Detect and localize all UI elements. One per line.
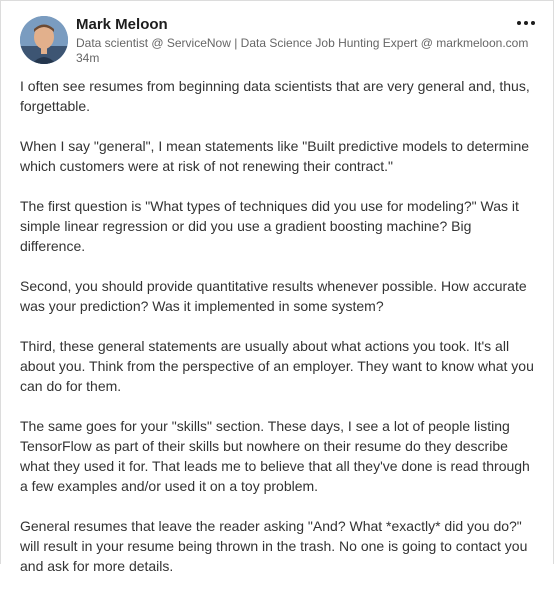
post-paragraph: Third, these general statements are usua…	[20, 338, 534, 394]
more-horizontal-icon-dot	[531, 21, 535, 25]
more-options-button[interactable]	[511, 15, 541, 31]
avatar[interactable]	[20, 16, 68, 64]
more-horizontal-icon-dot	[524, 21, 528, 25]
post-paragraph: The same goes for your "skills" section.…	[20, 418, 530, 494]
post-paragraph: I often see resumes from beginning data …	[20, 78, 530, 114]
post-timestamp: 34m	[76, 51, 100, 65]
post-paragraph: General resumes that leave the reader as…	[20, 518, 528, 574]
post-card: Mark Meloon Data scientist @ ServiceNow …	[0, 0, 554, 574]
post-paragraph: The first question is "What types of tec…	[20, 198, 519, 254]
avatar-photo	[20, 16, 68, 64]
post-paragraph: When I say "general", I mean statements …	[20, 138, 530, 174]
author-headline: Data scientist @ ServiceNow | Data Scien…	[76, 36, 529, 50]
post-body: I often see resumes from beginning data …	[20, 76, 540, 596]
author-name[interactable]: Mark Meloon	[76, 16, 168, 34]
post-paragraph: Second, you should provide quantitative …	[20, 278, 527, 314]
more-horizontal-icon	[517, 21, 521, 25]
